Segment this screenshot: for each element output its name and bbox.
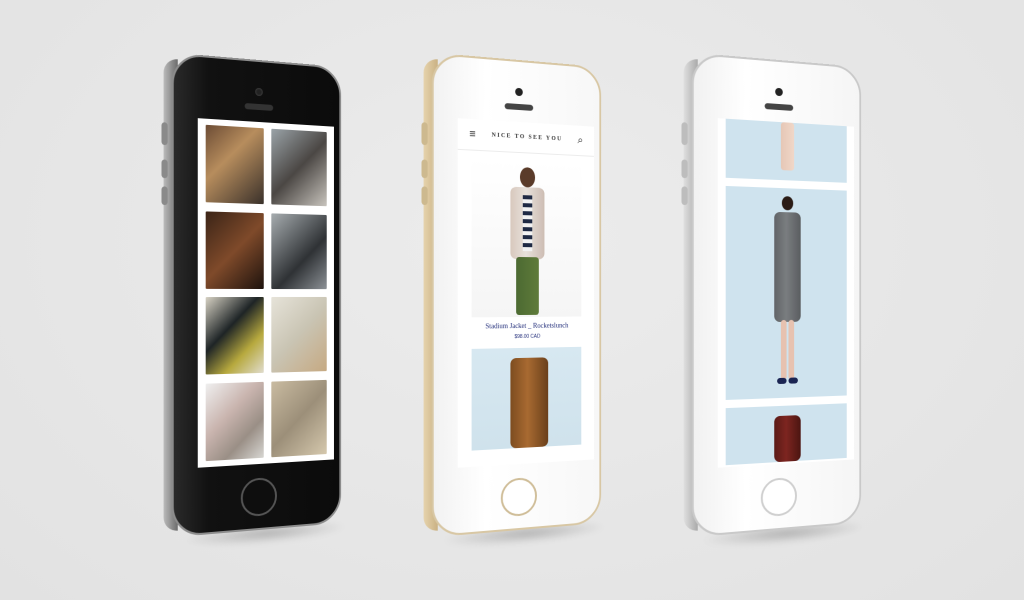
grid-photo-tile[interactable] bbox=[271, 296, 327, 373]
product-image[interactable] bbox=[471, 346, 582, 451]
grid-photo-tile[interactable] bbox=[205, 124, 264, 205]
model-shoe bbox=[788, 377, 798, 384]
grid-photo-tile[interactable] bbox=[271, 128, 327, 207]
lookbook-image[interactable] bbox=[725, 403, 847, 466]
product-price: $98.00 CAD bbox=[514, 333, 541, 341]
model-figure bbox=[507, 166, 549, 316]
phone-gold: ≡ NICE TO SEE YOU ⌕ Stadium Jacket _ Roc… bbox=[421, 52, 607, 551]
phone-space-gray bbox=[161, 52, 347, 551]
screen-shop: ≡ NICE TO SEE YOU ⌕ Stadium Jacket _ Roc… bbox=[457, 118, 594, 468]
product-card[interactable]: Stadium Jacket _ Rocketslunch $98.00 CAD bbox=[458, 156, 594, 341]
model-pants bbox=[516, 256, 539, 316]
front-camera bbox=[515, 87, 523, 97]
grid-photo-tile[interactable] bbox=[205, 210, 264, 289]
model-shoe bbox=[777, 377, 787, 385]
volume-up-button bbox=[161, 159, 168, 179]
model-shirt bbox=[522, 195, 533, 252]
front-camera bbox=[255, 87, 263, 97]
screen-photo-grid[interactable] bbox=[197, 118, 334, 468]
model-leg bbox=[788, 319, 795, 380]
volume-up-button bbox=[681, 159, 688, 179]
photo-grid bbox=[197, 118, 334, 468]
screen-lookbook[interactable] bbox=[717, 118, 854, 468]
grid-photo-tile[interactable] bbox=[205, 296, 264, 375]
volume-down-button bbox=[421, 186, 428, 206]
grid-photo-tile[interactable] bbox=[271, 379, 327, 457]
product-image[interactable] bbox=[471, 156, 582, 318]
model-head bbox=[781, 196, 794, 211]
shop-page: ≡ NICE TO SEE YOU ⌕ Stadium Jacket _ Roc… bbox=[457, 118, 594, 468]
model-legs bbox=[780, 122, 795, 171]
lookbook-feed bbox=[717, 118, 854, 468]
side-button bbox=[161, 122, 168, 146]
gray-dress bbox=[774, 211, 801, 323]
model-head bbox=[519, 167, 536, 188]
volume-down-button bbox=[161, 186, 168, 206]
side-button bbox=[681, 122, 688, 146]
product-name[interactable]: Stadium Jacket _ Rocketslunch bbox=[458, 321, 594, 331]
phone-silver bbox=[681, 52, 867, 551]
brown-jacket bbox=[510, 357, 549, 449]
lookbook-image[interactable] bbox=[725, 118, 847, 183]
volume-up-button bbox=[421, 159, 428, 179]
side-button bbox=[421, 122, 428, 146]
brand-title: NICE TO SEE YOU bbox=[491, 132, 563, 143]
front-camera bbox=[775, 87, 783, 97]
model-leg bbox=[780, 319, 787, 380]
model-dress bbox=[771, 196, 803, 391]
lookbook-image[interactable] bbox=[725, 185, 847, 400]
volume-down-button bbox=[681, 186, 688, 206]
grid-photo-tile[interactable] bbox=[205, 381, 264, 461]
grid-photo-tile[interactable] bbox=[271, 212, 327, 289]
menu-icon[interactable]: ≡ bbox=[466, 127, 480, 142]
red-top bbox=[774, 415, 801, 463]
search-icon[interactable]: ⌕ bbox=[574, 133, 587, 147]
